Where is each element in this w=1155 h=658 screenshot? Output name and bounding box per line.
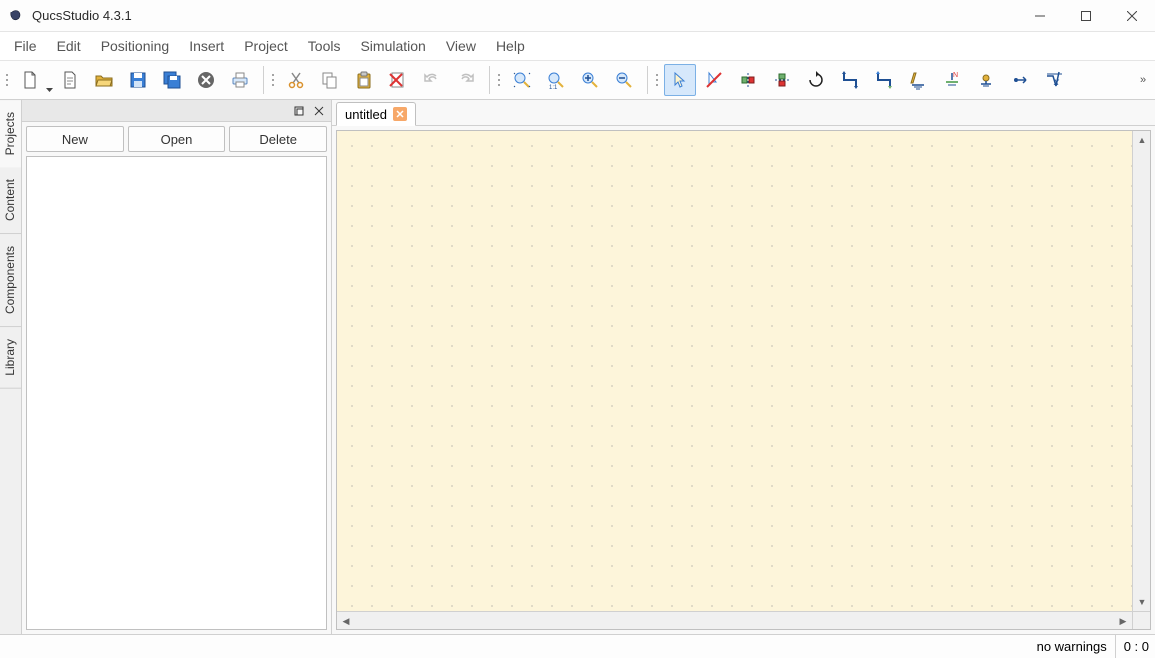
menu-edit[interactable]: Edit	[47, 34, 91, 58]
projects-delete-button[interactable]: Delete	[229, 126, 327, 152]
window-titlebar: QucsStudio 4.3.1	[0, 0, 1155, 32]
sidebar-tab-content[interactable]: Content	[0, 167, 21, 234]
new-doc-dropdown[interactable]	[45, 64, 53, 96]
schematic-canvas-container: ▲ ▼ ◀ ▶	[336, 130, 1151, 630]
projects-open-button[interactable]: Open	[128, 126, 226, 152]
projects-new-button[interactable]: New	[26, 126, 124, 152]
paste-button[interactable]	[348, 64, 380, 96]
undo-button[interactable]	[416, 64, 448, 96]
window-title: QucsStudio 4.3.1	[32, 8, 132, 23]
mirror-h-button[interactable]	[732, 64, 764, 96]
window-close-button[interactable]	[1109, 0, 1155, 32]
work-area: untitled ▲ ▼ ◀ ▶	[332, 100, 1155, 634]
schematic-canvas[interactable]	[337, 131, 1132, 611]
panel-close-button[interactable]	[311, 103, 327, 119]
menu-positioning[interactable]: Positioning	[91, 34, 180, 58]
print-button[interactable]	[224, 64, 256, 96]
svg-text:N: N	[953, 72, 958, 79]
sidebar: Projects Content Components Library New …	[0, 100, 332, 634]
insert-equation-button[interactable]: x	[1038, 64, 1070, 96]
sidebar-tab-components[interactable]: Components	[0, 234, 21, 327]
app-icon	[8, 8, 24, 24]
document-tab-close-button[interactable]	[393, 107, 407, 121]
sidebar-tab-projects[interactable]: Projects	[0, 100, 21, 167]
menu-simulation[interactable]: Simulation	[350, 34, 435, 58]
close-doc-button[interactable]	[190, 64, 222, 96]
scroll-up-button[interactable]: ▲	[1133, 131, 1151, 149]
zoom-in-button[interactable]	[574, 64, 606, 96]
scroll-down-button[interactable]: ▼	[1133, 593, 1151, 611]
statusbar: no warnings 0 : 0	[0, 634, 1155, 658]
copy-button[interactable]	[314, 64, 346, 96]
insert-wire-button[interactable]	[834, 64, 866, 96]
sidebar-tabs: Projects Content Components Library	[0, 100, 22, 634]
new-text-button[interactable]	[54, 64, 86, 96]
toolbar-separator	[489, 66, 490, 94]
toolbar-handle[interactable]	[654, 66, 660, 94]
scroll-left-button[interactable]: ◀	[337, 612, 355, 630]
save-all-button[interactable]	[156, 64, 188, 96]
menu-project[interactable]: Project	[234, 34, 298, 58]
toolbar-separator	[263, 66, 264, 94]
window-minimize-button[interactable]	[1017, 0, 1063, 32]
menubar: File Edit Positioning Insert Project Too…	[0, 32, 1155, 60]
vertical-scroll-track[interactable]	[1133, 149, 1150, 593]
panel-header	[22, 100, 331, 122]
panel-float-button[interactable]	[291, 103, 307, 119]
insert-marker-button[interactable]	[1004, 64, 1036, 96]
select-tool-button[interactable]	[664, 64, 696, 96]
status-cursor-position: 0 : 0	[1115, 635, 1149, 658]
svg-text:x: x	[1053, 77, 1060, 88]
document-tab-label: untitled	[345, 107, 387, 122]
menu-help[interactable]: Help	[486, 34, 535, 58]
zoom-out-button[interactable]	[608, 64, 640, 96]
menu-view[interactable]: View	[436, 34, 486, 58]
open-button[interactable]	[88, 64, 120, 96]
toolbar-separator	[647, 66, 648, 94]
zoom-fit-button[interactable]	[506, 64, 538, 96]
toolbar-handle[interactable]	[496, 66, 502, 94]
menu-insert[interactable]: Insert	[179, 34, 234, 58]
horizontal-scroll-track[interactable]	[355, 612, 1114, 629]
svg-text:1:1: 1:1	[549, 85, 558, 90]
vertical-scrollbar[interactable]: ▲ ▼	[1132, 131, 1150, 611]
window-maximize-button[interactable]	[1063, 0, 1109, 32]
toolbar-overflow-button[interactable]: »	[1135, 74, 1151, 86]
insert-ground-button[interactable]	[902, 64, 934, 96]
document-tab-untitled[interactable]: untitled	[336, 102, 416, 126]
insert-component-button[interactable]	[970, 64, 1002, 96]
projects-list[interactable]	[26, 156, 327, 630]
sidebar-tab-library[interactable]: Library	[0, 327, 21, 389]
scroll-right-button[interactable]: ▶	[1114, 612, 1132, 630]
wire-label-button[interactable]	[868, 64, 900, 96]
menu-tools[interactable]: Tools	[298, 34, 351, 58]
insert-port-button[interactable]: N	[936, 64, 968, 96]
toolbar-handle[interactable]	[4, 66, 10, 94]
toolbar-handle[interactable]	[270, 66, 276, 94]
delete-button[interactable]	[382, 64, 414, 96]
status-warnings: no warnings	[1029, 635, 1107, 658]
deactivate-button[interactable]	[698, 64, 730, 96]
redo-button[interactable]	[450, 64, 482, 96]
zoom-one-button[interactable]: 1:1	[540, 64, 572, 96]
main-toolbar: 1:1 N x »	[0, 60, 1155, 100]
projects-panel: New Open Delete	[22, 100, 331, 634]
save-button[interactable]	[122, 64, 154, 96]
mirror-v-button[interactable]	[766, 64, 798, 96]
cut-button[interactable]	[280, 64, 312, 96]
document-tabs: untitled	[332, 100, 1155, 126]
scrollbar-corner	[1132, 611, 1150, 629]
menu-file[interactable]: File	[4, 34, 47, 58]
new-doc-button[interactable]	[14, 64, 46, 96]
horizontal-scrollbar[interactable]: ◀ ▶	[337, 611, 1132, 629]
rotate-button[interactable]	[800, 64, 832, 96]
